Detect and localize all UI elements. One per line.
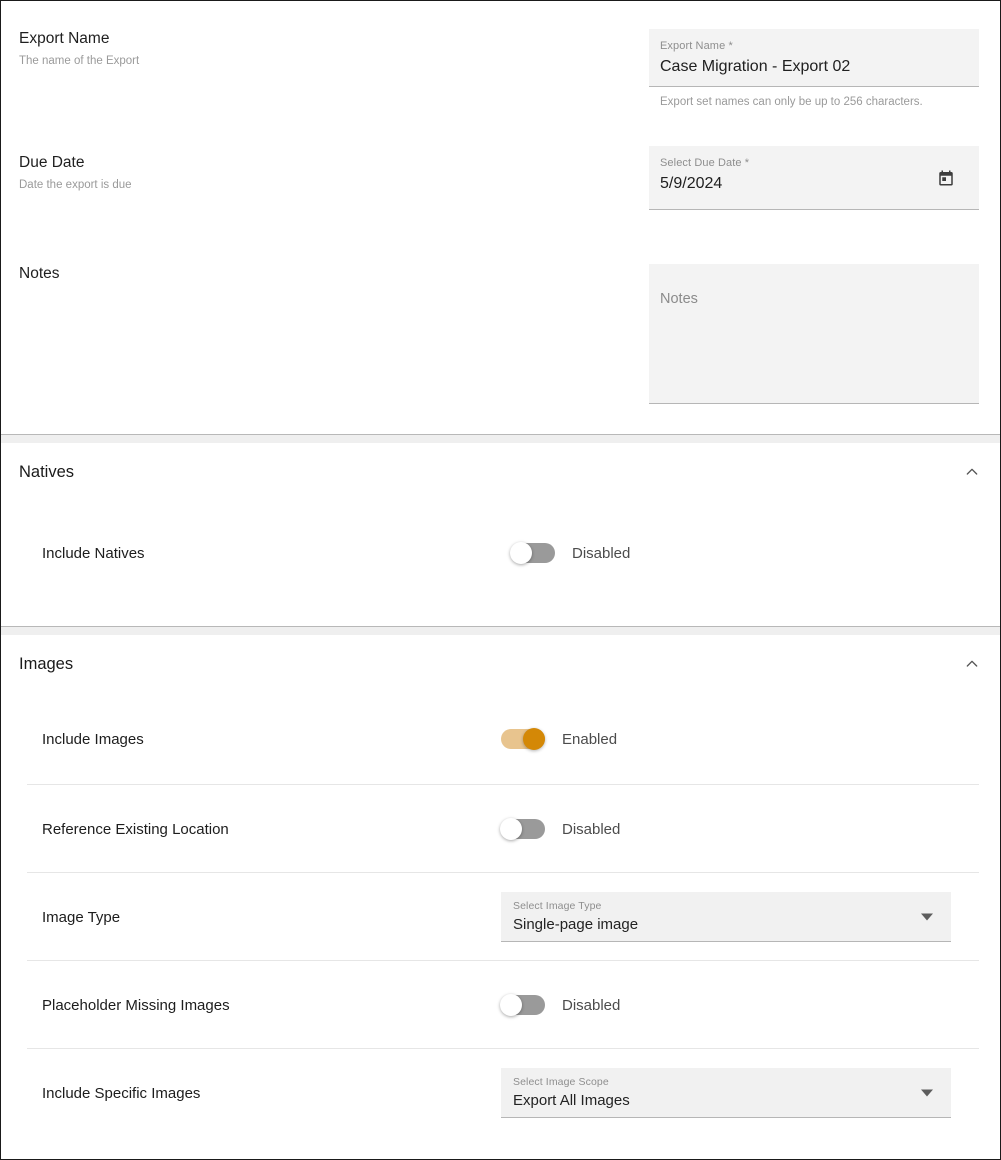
toggle-knob	[500, 818, 522, 840]
notes-placeholder: Notes	[660, 290, 965, 308]
reference-existing-location-label: Reference Existing Location	[42, 821, 501, 838]
images-section-card: Images Include Images Enabled Reference …	[1, 635, 1000, 1160]
include-specific-images-row: Include Specific Images Select Image Sco…	[1, 1049, 1000, 1137]
natives-section-header[interactable]: Natives	[1, 443, 1000, 501]
include-images-state: Enabled	[562, 731, 617, 748]
due-date-input[interactable]: Select Due Date * 5/9/2024	[649, 146, 979, 210]
reference-existing-location-toggle[interactable]	[501, 819, 545, 839]
include-images-label: Include Images	[42, 731, 501, 748]
notes-row: Notes Notes	[1, 264, 1000, 404]
export-name-subtitle: The name of the Export	[19, 54, 649, 69]
include-images-toggle-wrap: Enabled	[501, 729, 617, 749]
due-date-title: Due Date	[19, 153, 649, 172]
notes-title: Notes	[19, 264, 649, 283]
export-name-title: Export Name	[19, 29, 649, 48]
reference-existing-location-toggle-wrap: Disabled	[501, 819, 620, 839]
chevron-down-icon[interactable]	[921, 1089, 933, 1096]
natives-section-title: Natives	[19, 463, 74, 482]
due-date-row: Due Date Date the export is due Select D…	[1, 146, 1000, 210]
image-type-select-value: Single-page image	[513, 914, 939, 935]
details-card-bottom-border	[1, 434, 1000, 435]
export-name-input[interactable]: Export Name * Case Migration - Export 02	[649, 29, 979, 87]
include-images-toggle[interactable]	[501, 729, 545, 749]
export-name-field-value: Case Migration - Export 02	[660, 55, 965, 79]
chevron-up-icon[interactable]	[964, 656, 980, 672]
export-name-field-group: Export Name * Case Migration - Export 02…	[649, 29, 979, 110]
placeholder-missing-images-row: Placeholder Missing Images Disabled	[1, 961, 1000, 1049]
export-name-row: Export Name The name of the Export Expor…	[1, 29, 1000, 110]
natives-card-bottom-border	[1, 626, 1000, 627]
include-natives-label: Include Natives	[42, 545, 511, 562]
toggle-knob	[523, 728, 545, 750]
reference-existing-location-row: Reference Existing Location Disabled	[1, 785, 1000, 873]
export-name-label-group: Export Name The name of the Export	[1, 29, 649, 110]
placeholder-missing-images-toggle[interactable]	[501, 995, 545, 1015]
include-natives-state: Disabled	[572, 545, 630, 562]
image-type-row: Image Type Select Image Type Single-page…	[1, 873, 1000, 961]
images-section-title: Images	[19, 655, 73, 674]
images-section-header[interactable]: Images	[1, 635, 1000, 693]
notes-field-group: Notes	[649, 264, 979, 404]
toggle-knob	[500, 994, 522, 1016]
due-date-field-group: Select Due Date * 5/9/2024	[649, 146, 979, 210]
include-natives-toggle[interactable]	[511, 543, 555, 563]
include-natives-toggle-wrap: Disabled	[511, 543, 630, 563]
placeholder-missing-images-toggle-wrap: Disabled	[501, 995, 620, 1015]
notes-textarea[interactable]: Notes	[649, 264, 979, 404]
export-details-card: Export Name The name of the Export Expor…	[1, 1, 1000, 435]
placeholder-missing-images-state: Disabled	[562, 997, 620, 1014]
due-date-subtitle: Date the export is due	[19, 178, 649, 193]
image-type-select[interactable]: Select Image Type Single-page image	[501, 892, 951, 942]
due-date-field-value: 5/9/2024	[660, 172, 965, 196]
include-images-row: Include Images Enabled	[1, 693, 1000, 785]
calendar-icon[interactable]	[937, 169, 955, 187]
chevron-down-icon[interactable]	[921, 913, 933, 920]
export-name-hint: Export set names can only be up to 256 c…	[649, 95, 979, 110]
toggle-knob	[510, 542, 532, 564]
include-natives-row: Include Natives Disabled	[1, 501, 1000, 605]
reference-existing-location-state: Disabled	[562, 821, 620, 838]
image-type-select-label: Select Image Type	[513, 900, 939, 913]
image-type-label: Image Type	[42, 909, 501, 926]
due-date-field-label: Select Due Date *	[660, 156, 965, 170]
include-specific-images-label: Include Specific Images	[42, 1085, 501, 1102]
include-specific-images-select-label: Select Image Scope	[513, 1076, 939, 1089]
export-name-field-label: Export Name *	[660, 39, 965, 53]
placeholder-missing-images-label: Placeholder Missing Images	[42, 997, 501, 1014]
notes-label-group: Notes	[1, 264, 649, 404]
chevron-up-icon[interactable]	[964, 464, 980, 480]
include-specific-images-select[interactable]: Select Image Scope Export All Images	[501, 1068, 951, 1118]
natives-section-card: Natives Include Natives Disabled	[1, 443, 1000, 627]
include-specific-images-select-value: Export All Images	[513, 1090, 939, 1111]
due-date-label-group: Due Date Date the export is due	[1, 146, 649, 210]
export-settings-page: Export Name The name of the Export Expor…	[0, 0, 1001, 1160]
